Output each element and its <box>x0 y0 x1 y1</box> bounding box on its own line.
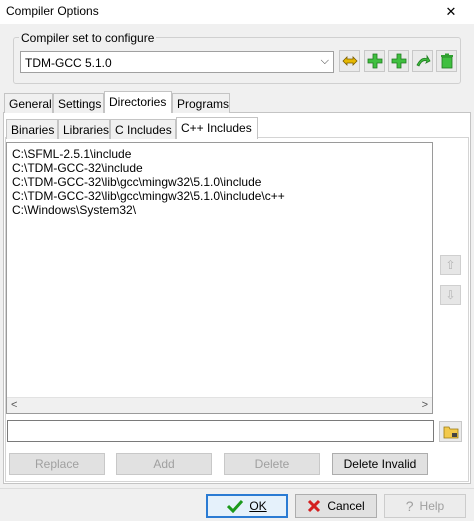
tab-general[interactable]: General <box>4 93 53 113</box>
add-set-from-folder-button[interactable] <box>388 50 409 72</box>
list-item[interactable]: C:\SFML-2.5.1\include <box>12 147 131 161</box>
ok-button[interactable]: OK <box>206 494 288 518</box>
tab-settings[interactable]: Settings <box>53 93 104 113</box>
delete-set-icon <box>441 53 453 69</box>
add-button[interactable]: Add <box>116 453 212 475</box>
add-set-button[interactable] <box>364 50 385 72</box>
find-sets-icon <box>416 54 431 67</box>
replace-button[interactable]: Replace <box>9 453 105 475</box>
rename-set-button[interactable] <box>339 50 360 72</box>
move-down-button[interactable]: ⇩ <box>440 285 461 305</box>
title-bar: Compiler Options ✕ <box>0 0 474 24</box>
browse-folder-button[interactable] <box>439 421 462 442</box>
tab-binaries[interactable]: Binaries <box>6 119 58 139</box>
tab-programs[interactable]: Programs <box>172 93 230 113</box>
horizontal-scrollbar[interactable]: < > <box>7 397 432 413</box>
directory-list[interactable]: C:\SFML-2.5.1\include C:\TDM-GCC-32\incl… <box>6 142 433 414</box>
chevron-down-icon: ⌵ <box>320 55 329 67</box>
close-button[interactable]: ✕ <box>428 0 474 24</box>
window-title: Compiler Options <box>6 4 99 18</box>
tab-directories[interactable]: Directories <box>104 91 172 113</box>
tab-cpp-includes[interactable]: C++ Includes <box>176 117 258 139</box>
folder-icon <box>443 426 459 439</box>
delete-button[interactable]: Delete <box>224 453 320 475</box>
add-set-from-folder-icon <box>391 53 407 69</box>
compiler-set-select[interactable]: TDM-GCC 5.1.0 ⌵ <box>20 51 334 73</box>
check-icon <box>227 499 244 513</box>
cancel-x-icon <box>308 499 321 513</box>
list-item[interactable]: C:\Windows\System32\ <box>12 203 136 217</box>
arrow-down-icon: ⇩ <box>445 288 456 302</box>
rename-set-icon <box>342 56 358 66</box>
list-item[interactable]: C:\TDM-GCC-32\lib\gcc\mingw32\5.1.0\incl… <box>12 189 285 203</box>
tab-c-includes[interactable]: C Includes <box>110 119 176 139</box>
compiler-set-label: Compiler set to configure <box>19 31 157 45</box>
add-set-icon <box>367 53 383 69</box>
find-sets-button[interactable] <box>412 50 433 72</box>
scroll-right-icon[interactable]: > <box>422 399 428 411</box>
tab-libraries[interactable]: Libraries <box>58 119 110 139</box>
help-button[interactable]: ? Help <box>384 494 466 518</box>
help-icon: ? <box>405 498 414 514</box>
arrow-up-icon: ⇧ <box>445 258 456 272</box>
list-item[interactable]: C:\TDM-GCC-32\include <box>12 161 143 175</box>
separator <box>0 488 474 489</box>
delete-invalid-button[interactable]: Delete Invalid <box>332 453 428 475</box>
close-icon: ✕ <box>445 4 457 19</box>
scroll-left-icon[interactable]: < <box>11 399 17 411</box>
delete-set-button[interactable] <box>436 50 457 72</box>
cancel-button[interactable]: Cancel <box>295 494 377 518</box>
move-up-button[interactable]: ⇧ <box>440 255 461 275</box>
compiler-set-value: TDM-GCC 5.1.0 <box>25 56 112 70</box>
list-item[interactable]: C:\TDM-GCC-32\lib\gcc\mingw32\5.1.0\incl… <box>12 175 261 189</box>
directory-path-input[interactable] <box>7 420 434 442</box>
